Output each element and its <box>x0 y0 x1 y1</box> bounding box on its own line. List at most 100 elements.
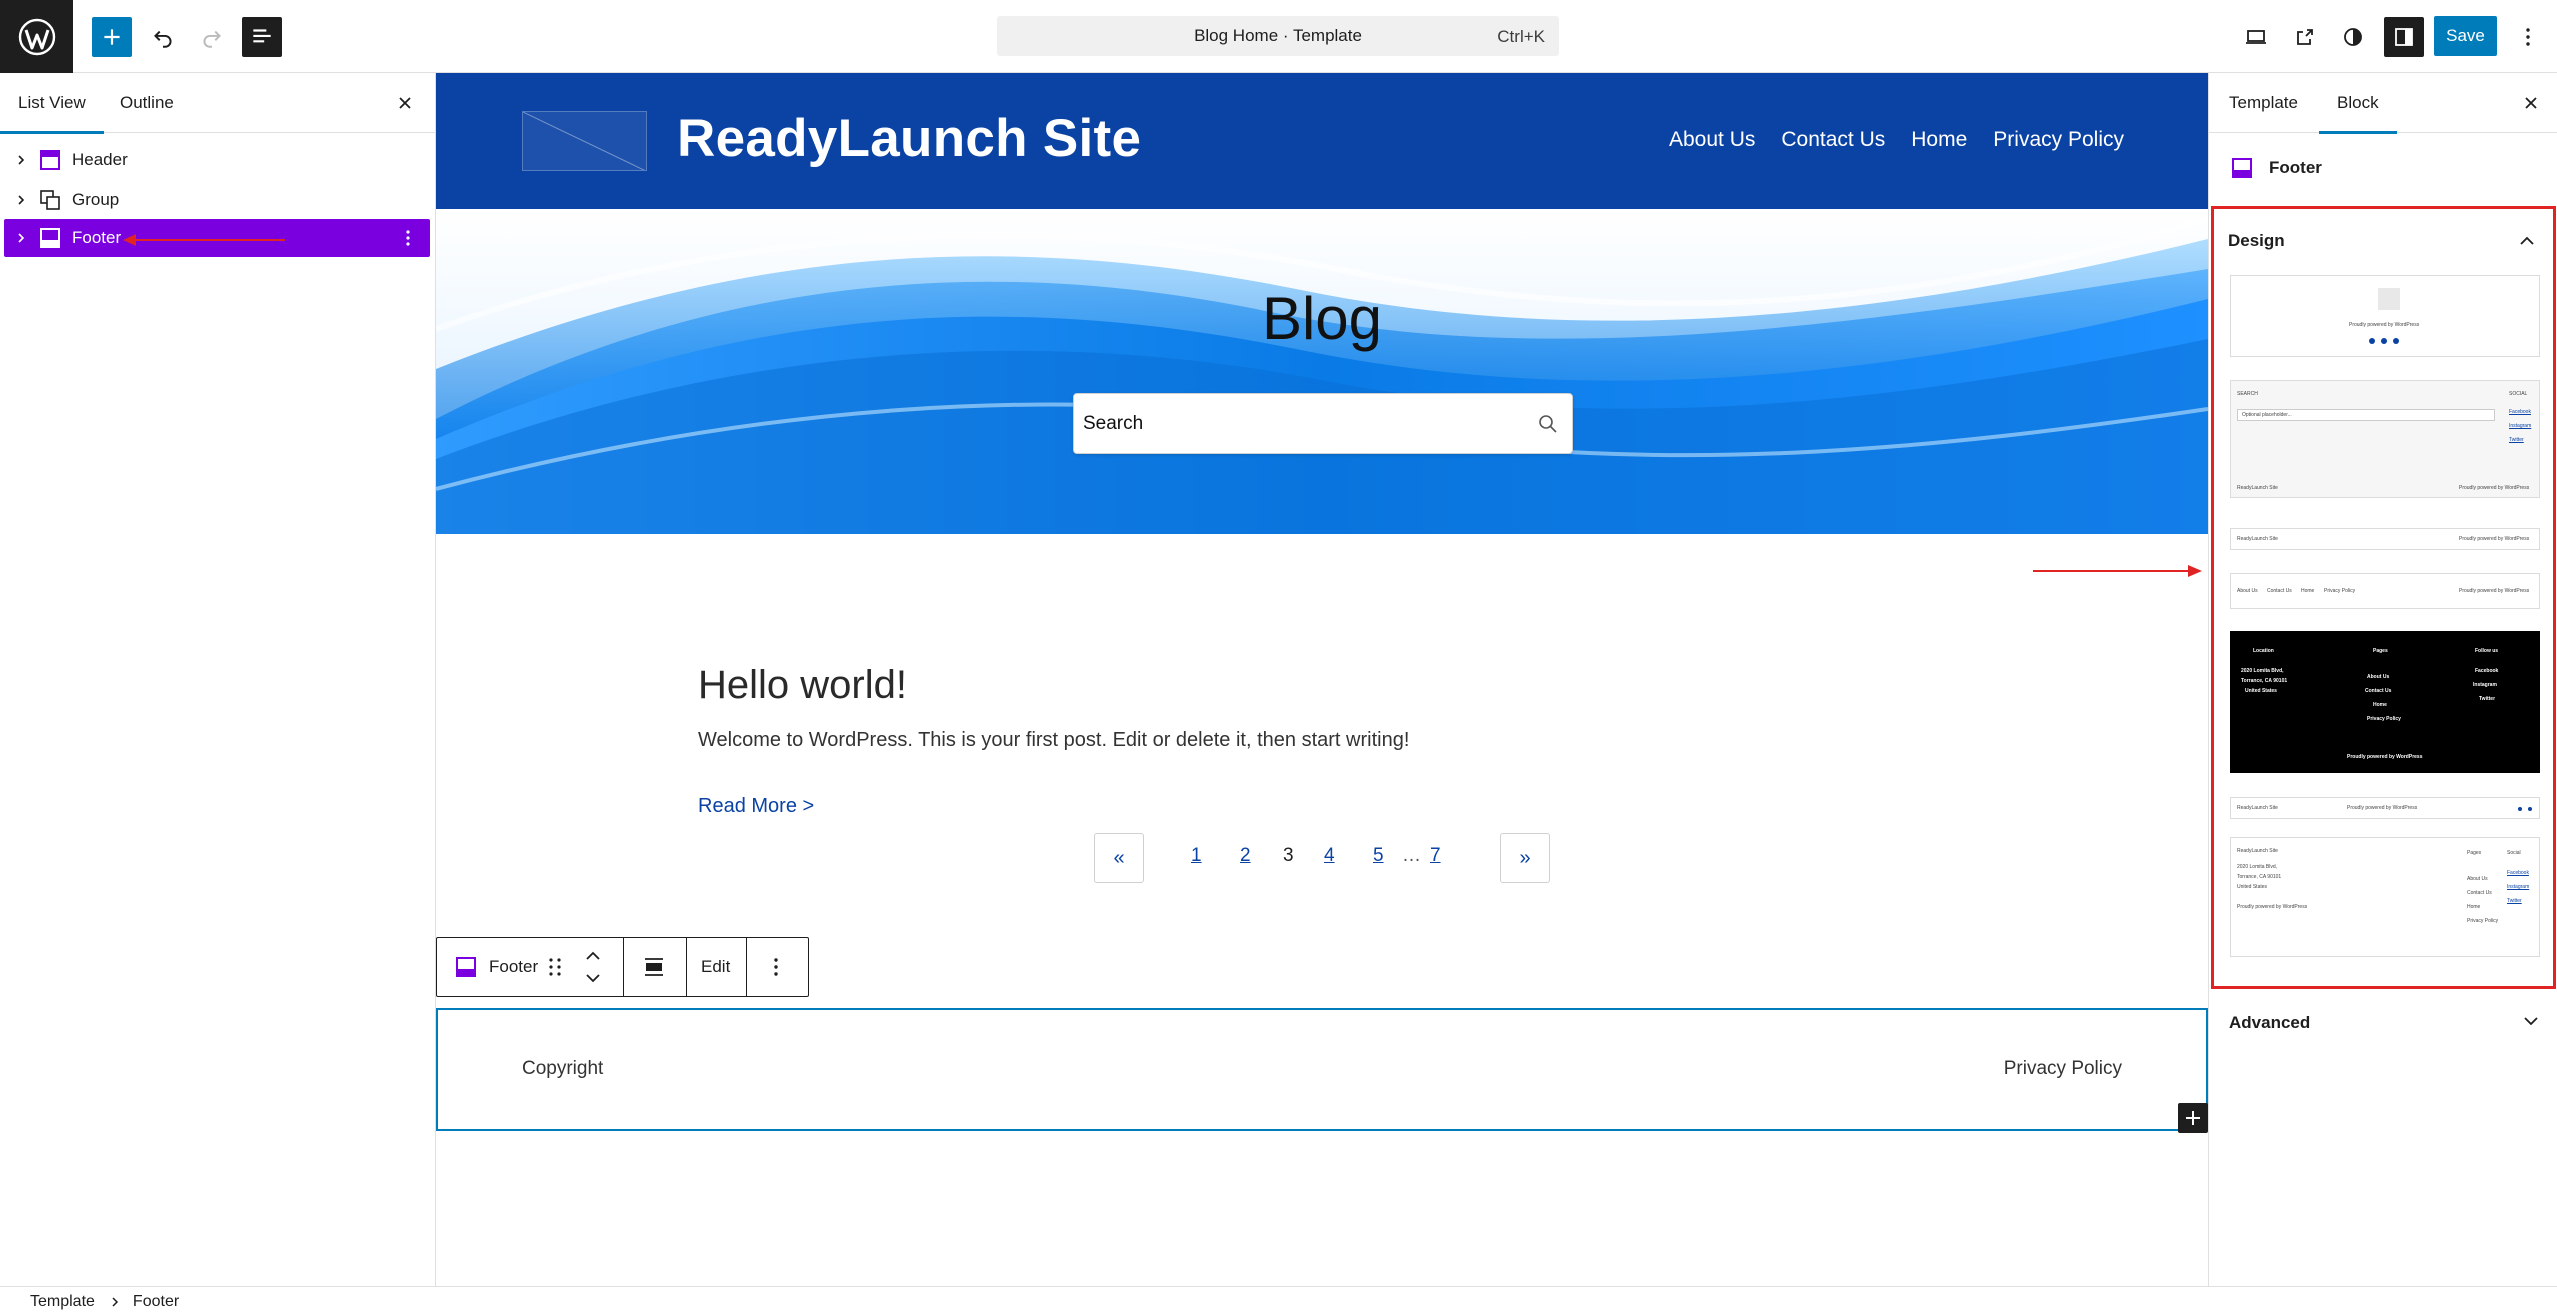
redo-button[interactable] <box>192 17 232 57</box>
footer-icon <box>2232 158 2252 178</box>
block-switcher-button[interactable]: Footer <box>455 938 538 996</box>
tab-template[interactable]: Template <box>2229 73 2298 133</box>
footer-icon <box>38 226 62 250</box>
pattern-text: Contact Us <box>2267 588 2292 594</box>
pattern-text: Follow us <box>2475 648 2499 654</box>
site-header[interactable]: ReadyLaunch Site About Us Contact Us Hom… <box>436 73 2208 209</box>
pattern-text: Facebook <box>2475 668 2499 674</box>
list-item-label: Group <box>72 190 120 209</box>
editor-top-bar: Blog Home · Template Ctrl+K Save <box>0 0 2557 73</box>
settings-panel: Template Block Footer Design Proudly pow… <box>2208 73 2557 1286</box>
search-icon[interactable] <box>1536 412 1560 436</box>
design-panel-title[interactable]: Design <box>2228 231 2285 251</box>
plus-icon <box>2186 1111 2200 1125</box>
hero-cover[interactable]: Blog Search <box>436 209 2208 534</box>
options-menu-button[interactable] <box>2508 17 2548 57</box>
advanced-panel-title[interactable]: Advanced <box>2229 1013 2310 1033</box>
close-list-view-button[interactable] <box>391 89 419 117</box>
close-settings-button[interactable] <box>2517 89 2545 117</box>
pattern-text: Instagram <box>2473 682 2497 688</box>
align-button[interactable] <box>643 938 665 996</box>
pattern-text: Pages <box>2467 850 2482 856</box>
nav-link-about[interactable]: About Us <box>1669 128 1755 152</box>
move-up-down-icon[interactable] <box>583 938 603 996</box>
command-palette-bar[interactable]: Blog Home · Template Ctrl+K <box>997 16 1559 56</box>
list-view-panel: List View Outline Header Group Footer <box>0 73 436 1286</box>
list-item-footer[interactable]: Footer <box>4 219 430 257</box>
tab-outline[interactable]: Outline <box>120 73 174 133</box>
pagination-prev[interactable]: « <box>1094 833 1144 883</box>
read-more-link[interactable]: Read More > <box>698 795 814 818</box>
breadcrumb-item-template[interactable]: Template <box>30 1293 95 1311</box>
footer-pattern-1[interactable]: Proudly powered by WordPress <box>2230 275 2540 357</box>
layout-icon <box>38 148 62 172</box>
social-icons <box>2518 807 2532 811</box>
footer-privacy-link[interactable]: Privacy Policy <box>2004 1058 2122 1080</box>
pattern-text: Twitter <box>2479 696 2496 702</box>
pagination-next[interactable]: » <box>1500 833 1550 883</box>
device-preview-button[interactable] <box>2236 17 2276 57</box>
footer-pattern-7[interactable]: ReadyLaunch Site 2020 Lomita Blvd, Torra… <box>2230 837 2540 957</box>
pagination-page[interactable]: 2 <box>1240 845 1251 867</box>
chevron-down-icon[interactable] <box>2519 1009 2543 1033</box>
block-card: Footer <box>2231 157 2322 179</box>
site-logo-placeholder[interactable] <box>522 111 647 171</box>
hero-title[interactable]: Blog <box>436 284 2208 353</box>
pattern-text: About Us <box>2467 876 2488 882</box>
footer-pattern-5[interactable]: Location Pages Follow us 2020 Lomita Blv… <box>2230 631 2540 773</box>
drag-handle-icon[interactable] <box>547 938 563 996</box>
block-toolbar: Footer Edit <box>436 937 809 997</box>
pattern-text: Proudly powered by WordPress <box>2347 805 2418 811</box>
block-appender-button[interactable] <box>2178 1103 2208 1133</box>
chevron-up-icon[interactable] <box>2515 229 2539 253</box>
nav-link-home[interactable]: Home <box>1911 128 1967 152</box>
chevron-right-icon[interactable] <box>10 189 32 211</box>
tab-block[interactable]: Block <box>2319 73 2396 134</box>
footer-pattern-4[interactable]: About Us Contact Us Home Privacy Policy … <box>2230 573 2540 609</box>
pagination-page[interactable]: 1 <box>1191 845 1202 867</box>
block-options-button[interactable] <box>766 938 786 996</box>
edit-button[interactable]: Edit <box>701 938 730 996</box>
pattern-text: Facebook <box>2507 870 2529 876</box>
footer-pattern-2[interactable]: SEARCH SOCIAL Optional placeholder... Fa… <box>2230 380 2540 498</box>
breadcrumb-item-footer[interactable]: Footer <box>133 1293 179 1311</box>
wordpress-logo-icon[interactable] <box>0 0 73 73</box>
pattern-text: Contact Us <box>2467 890 2492 896</box>
post-excerpt[interactable]: Welcome to WordPress. This is your first… <box>698 729 1598 752</box>
nav-link-privacy[interactable]: Privacy Policy <box>1993 128 2124 152</box>
chevron-right-icon[interactable] <box>10 149 32 171</box>
nav-link-contact[interactable]: Contact Us <box>1781 128 1885 152</box>
pattern-text: Privacy Policy <box>2324 588 2356 594</box>
kebab-icon <box>2526 28 2530 46</box>
chevron-right-icon[interactable] <box>10 227 32 249</box>
document-overview-button[interactable] <box>242 17 282 57</box>
list-item-group[interactable]: Group <box>4 181 430 219</box>
search-input[interactable]: Search <box>1073 393 1573 454</box>
block-card-title: Footer <box>2269 158 2322 177</box>
site-title[interactable]: ReadyLaunch Site <box>677 108 1141 169</box>
footer-copyright[interactable]: Copyright <box>522 1058 603 1080</box>
view-site-button[interactable] <box>2285 17 2325 57</box>
footer-pattern-6[interactable]: ReadyLaunch Site Proudly powered by Word… <box>2230 797 2540 819</box>
block-inserter-button[interactable] <box>92 17 132 57</box>
list-item-header[interactable]: Header <box>4 141 430 179</box>
footer-icon <box>456 957 476 977</box>
styles-button[interactable] <box>2333 17 2373 57</box>
list-view-icon <box>253 29 271 43</box>
footer-block[interactable]: Copyright Privacy Policy <box>436 1008 2208 1131</box>
settings-sidebar-button[interactable] <box>2384 17 2424 57</box>
block-options-kebab-icon[interactable] <box>396 226 420 250</box>
pattern-text: Optional placeholder... <box>2242 412 2292 418</box>
save-button[interactable]: Save <box>2434 16 2497 56</box>
footer-pattern-3[interactable]: ReadyLaunch Site Proudly powered by Word… <box>2230 528 2540 550</box>
pagination-page[interactable]: 5 <box>1373 845 1384 867</box>
pagination-page[interactable]: 7 <box>1430 845 1441 867</box>
pattern-text: Proudly powered by WordPress <box>2459 588 2530 594</box>
external-icon <box>2297 29 2313 45</box>
pagination-page[interactable]: 4 <box>1324 845 1335 867</box>
post-title[interactable]: Hello world! <box>698 663 907 708</box>
undo-button[interactable] <box>143 17 183 57</box>
tab-list-view[interactable]: List View <box>0 73 104 134</box>
pattern-text: Home <box>2373 702 2387 708</box>
list-item-label: Header <box>72 150 128 169</box>
